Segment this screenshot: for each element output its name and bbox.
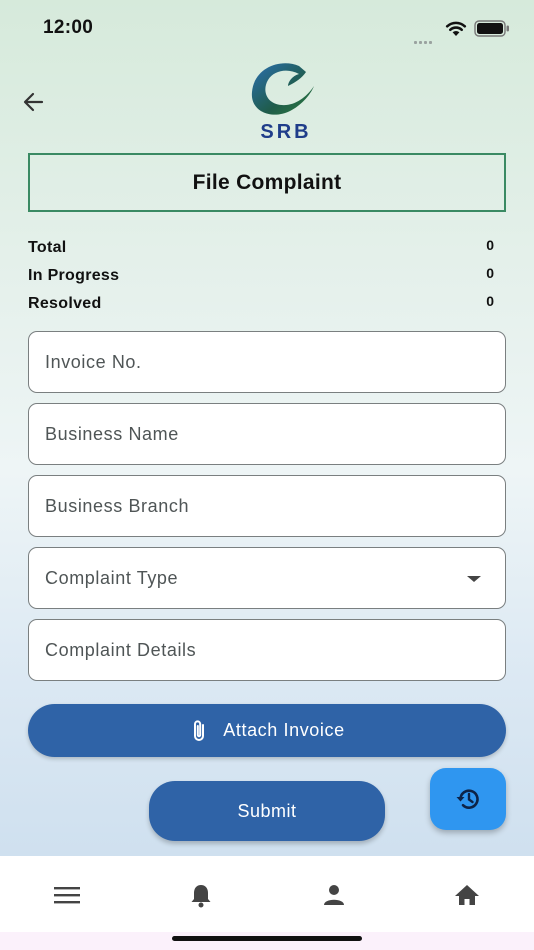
attach-invoice-button[interactable]: Attach Invoice [28,704,506,757]
invoice-no-placeholder: Invoice No. [45,352,142,372]
stat-value: 0 [486,237,494,253]
nav-profile[interactable] [319,880,349,910]
invoice-no-field[interactable]: Invoice No. [28,331,506,393]
history-icon [456,789,479,809]
stat-value: 0 [486,293,494,309]
submit-button[interactable]: Submit [149,781,385,841]
paperclip-icon [194,719,205,741]
nav-home[interactable] [452,880,482,910]
bottom-navigation [0,856,534,932]
battery-icon [474,20,509,37]
home-indicator[interactable] [172,936,362,941]
nav-menu[interactable] [52,880,82,910]
complaint-type-placeholder: Complaint Type [45,568,179,588]
business-name-placeholder: Business Name [45,424,179,444]
status-time: 12:00 [43,17,94,38]
home-indicator-area [0,932,534,950]
history-button[interactable] [430,768,506,830]
app-screen: 12:00 SRB File Complaint Total 0 In Prog… [0,0,534,856]
page-title: File Complaint [192,170,342,194]
stat-total: Total 0 [28,237,494,261]
page-title-box: File Complaint [28,153,506,212]
stat-label: Resolved [28,295,102,312]
complaint-details-placeholder: Complaint Details [45,640,197,660]
submit-label: Submit [237,800,297,821]
attach-invoice-label: Attach Invoice [223,720,345,740]
complaint-type-select[interactable]: Complaint Type [28,547,506,609]
stat-resolved: Resolved 0 [28,293,494,317]
back-arrow-icon[interactable] [20,88,48,116]
stat-value: 0 [486,265,494,281]
person-icon [324,885,344,905]
nav-notifications[interactable] [186,880,216,910]
home-icon [455,885,479,905]
dropdown-caret-icon [467,576,481,582]
logo-text: SRB [260,121,311,143]
complaint-details-field[interactable]: Complaint Details [28,619,506,681]
bell-icon [191,885,211,908]
menu-icon [54,887,80,904]
business-branch-field[interactable]: Business Branch [28,475,506,537]
cellular-signal-icon [414,31,436,44]
business-branch-placeholder: Business Branch [45,496,190,516]
business-name-field[interactable]: Business Name [28,403,506,465]
stat-label: In Progress [28,267,120,284]
stat-label: Total [28,239,67,256]
status-bar: 12:00 [0,0,534,54]
wifi-icon [445,21,467,36]
srb-logo: SRB [251,63,314,143]
stat-in-progress: In Progress 0 [28,265,494,289]
